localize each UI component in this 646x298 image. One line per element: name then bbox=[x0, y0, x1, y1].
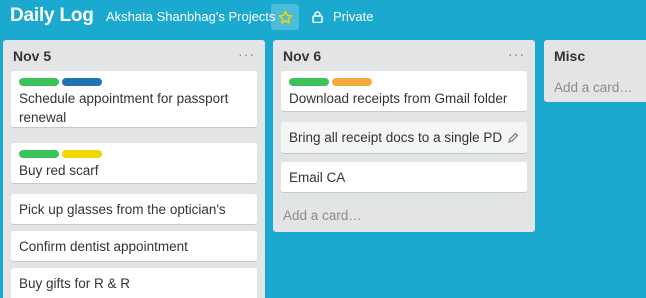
card[interactable]: Confirm dentist appointment bbox=[11, 231, 257, 262]
label-orange bbox=[332, 78, 372, 86]
list-menu-icon[interactable]: ··· bbox=[238, 46, 255, 62]
card-title: Buy red scarf bbox=[19, 163, 99, 178]
list-header: Nov 5 ··· bbox=[3, 40, 265, 70]
add-card-button[interactable]: Add a card… bbox=[283, 208, 362, 223]
label-green bbox=[289, 78, 329, 86]
card[interactable]: Pick up glasses from the optician's bbox=[11, 194, 257, 225]
card[interactable]: Buy gifts for R & R bbox=[11, 268, 257, 298]
team-name-link[interactable]: Akshata Shanbhag's Projects bbox=[106, 9, 275, 24]
list-nov-5: Nov 5 ··· Schedule appointment for passp… bbox=[3, 40, 265, 298]
label-green bbox=[19, 78, 59, 86]
card-title: Email CA bbox=[289, 170, 346, 185]
list-title[interactable]: Misc bbox=[554, 48, 585, 64]
label-green bbox=[19, 150, 59, 158]
card[interactable]: Email CA bbox=[281, 162, 527, 193]
label-yellow bbox=[62, 150, 102, 158]
card-title: Download receipts from Gmail folder bbox=[289, 91, 508, 106]
card-title: Buy gifts for R & R bbox=[19, 276, 131, 291]
list-nov-6: Nov 6 ··· Download receipts from Gmail f… bbox=[273, 40, 535, 232]
card[interactable]: Download receipts from Gmail folder bbox=[281, 71, 527, 112]
card[interactable]: Schedule appointment for passport renewa… bbox=[11, 71, 257, 128]
list-header: Misc bbox=[544, 40, 646, 70]
list-header: Nov 6 ··· bbox=[273, 40, 535, 70]
card-hovered[interactable]: Bring all receipt docs to a single PDF bbox=[281, 122, 527, 154]
privacy-label: Private bbox=[333, 9, 374, 24]
card-title: Pick up glasses from the optician's bbox=[19, 202, 226, 217]
card-title: Bring all receipt docs to a single PDF bbox=[289, 130, 503, 145]
card[interactable]: Buy red scarf bbox=[11, 143, 257, 184]
list-misc: Misc Add a card… bbox=[544, 40, 646, 102]
card-labels bbox=[19, 78, 249, 86]
lock-icon bbox=[312, 10, 323, 23]
privacy-button[interactable]: Private bbox=[312, 9, 373, 24]
list-title[interactable]: Nov 5 bbox=[13, 48, 51, 64]
pencil-icon[interactable] bbox=[507, 132, 519, 144]
label-blue bbox=[62, 78, 102, 86]
star-icon bbox=[278, 10, 292, 24]
star-button[interactable] bbox=[271, 4, 299, 30]
add-card-button[interactable]: Add a card… bbox=[554, 80, 633, 95]
list-menu-icon[interactable]: ··· bbox=[508, 46, 525, 62]
card-title: Confirm dentist appointment bbox=[19, 239, 188, 254]
list-title[interactable]: Nov 6 bbox=[283, 48, 321, 64]
card-labels bbox=[289, 78, 519, 86]
card-labels bbox=[19, 150, 249, 158]
board-header: Daily Log Akshata Shanbhag's Projects Pr… bbox=[0, 0, 646, 36]
card-title: Schedule appointment for passport renewa… bbox=[19, 91, 229, 125]
board-title[interactable]: Daily Log bbox=[10, 5, 94, 27]
